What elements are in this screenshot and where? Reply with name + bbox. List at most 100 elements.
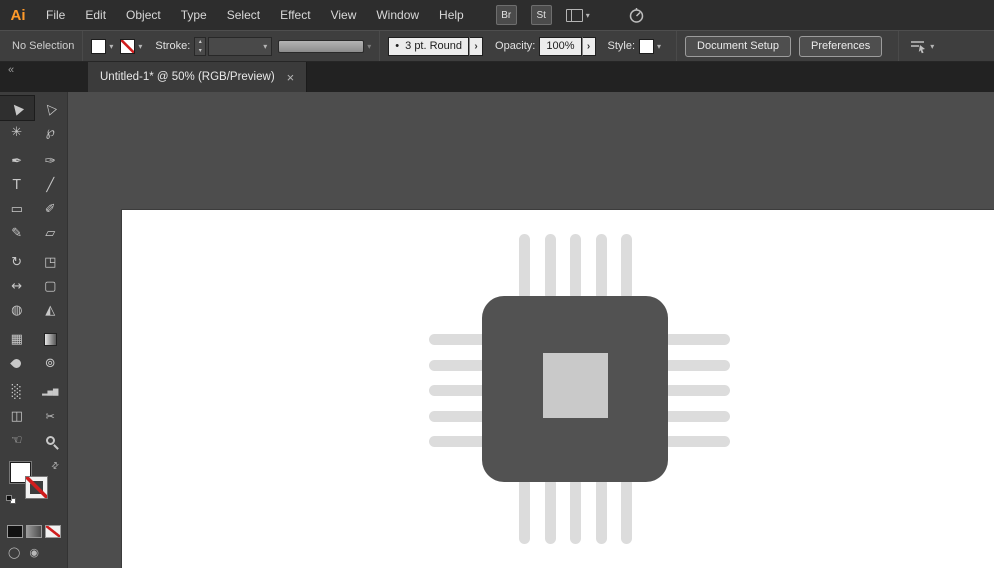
chip-pin[interactable] [545,478,556,544]
rectangle-tool[interactable]: ▭ [0,197,34,221]
selection-tool[interactable]: ▲ [0,96,34,120]
chip-pin[interactable] [621,478,632,544]
brush-preset-chevron[interactable]: › [469,37,483,56]
variable-width-profile-combo[interactable]: • 3 pt. Round [388,37,469,56]
opacity-label[interactable]: Opacity: [495,40,535,52]
graphic-style-dropdown[interactable]: ▾ [639,39,661,54]
stroke-weight-combo[interactable]: ▾ [208,37,272,56]
draw-inside-icon[interactable]: ◉ [29,546,39,559]
chip-pin[interactable] [570,478,581,544]
blend-tool[interactable]: ⊚ [34,351,68,375]
pen-tool[interactable]: ✒ [0,149,34,173]
chip-pin[interactable] [519,478,530,544]
chip-pin[interactable] [596,478,607,544]
menu-select[interactable]: Select [217,0,270,30]
illustrator-logo: Ai [0,7,36,24]
chip-center-pad[interactable] [543,353,608,418]
stroke-color-proxy[interactable] [26,477,47,498]
lasso-tool[interactable]: ℘ [34,120,68,144]
menu-help[interactable]: Help [429,0,474,30]
opacity-chevron[interactable]: › [582,37,596,56]
none-mode-button[interactable] [45,525,61,538]
chip-pin[interactable] [664,360,730,371]
selection-status: No Selection [12,40,74,52]
chip-pin[interactable] [664,385,730,396]
paintbrush-tool[interactable]: ✐ [34,197,68,221]
stepper-down-icon[interactable]: ▾ [195,46,205,55]
chevron-down-icon: ▾ [586,11,590,20]
free-transform-tool[interactable]: ▢ [34,274,68,298]
fill-swatch [91,39,106,54]
gradient-icon [44,333,57,346]
collapse-panel-button[interactable]: « [8,64,14,76]
chip-pin[interactable] [570,234,581,300]
column-graph-tool[interactable]: ▂▅▇ [34,380,68,404]
chip-pin[interactable] [545,234,556,300]
rotate-tool[interactable]: ↻ [0,250,34,274]
eyedropper-tool[interactable] [0,351,34,375]
slice-tool[interactable]: ✂ [34,404,68,428]
chip-pin[interactable] [664,436,730,447]
line-segment-tool[interactable]: ╱ [34,173,68,197]
menu-object[interactable]: Object [116,0,171,30]
document-setup-button[interactable]: Document Setup [685,36,791,57]
menu-type[interactable]: Type [171,0,217,30]
perspective-grid-tool[interactable]: ◭ [34,298,68,322]
pencil-tool[interactable]: ✎ [0,221,34,245]
chip-pin[interactable] [664,334,730,345]
stock-button[interactable]: St [531,5,552,25]
swap-fill-stroke-icon[interactable]: ⇄ [50,460,62,472]
chip-pin[interactable] [519,234,530,300]
workspace-switcher[interactable]: ▾ [566,9,590,22]
menu-edit[interactable]: Edit [75,0,116,30]
close-icon[interactable]: × [287,70,295,85]
gradient-tool[interactable] [34,327,68,351]
scale-tool[interactable]: ◳ [34,250,68,274]
select-similar-dropdown[interactable]: ▾ [909,38,934,54]
menu-file[interactable]: File [36,0,75,30]
chip-pin[interactable] [596,234,607,300]
hand-tool[interactable]: ☜ [0,428,34,452]
type-tool[interactable]: T [0,173,34,197]
stroke-color-dropdown[interactable]: ▾ [120,39,142,54]
pencil-icon: ✎ [11,227,22,240]
menu-window[interactable]: Window [366,0,429,30]
menu-effect[interactable]: Effect [270,0,320,30]
brush-definition-preview[interactable] [278,40,364,53]
chevron-down-icon: ▾ [263,42,267,51]
document-tab-strip: « Untitled-1* @ 50% (RGB/Preview) × [0,62,994,92]
shape-builder-tool[interactable]: ◍ [0,298,34,322]
width-tool-icon: ↔ [11,280,22,293]
menu-view[interactable]: View [321,0,367,30]
eraser-tool[interactable]: ▱ [34,221,68,245]
chip-pin[interactable] [664,411,730,422]
gpu-performance-button[interactable] [628,7,645,24]
gpu-performance-icon [628,7,645,24]
chip-pins-bottom [519,478,632,544]
workspace-icon [566,9,583,22]
zoom-tool[interactable] [34,428,68,452]
stroke-weight-stepper[interactable]: ▴ ▾ [194,37,206,56]
direct-selection-tool[interactable]: △ [34,96,68,120]
draw-normal-icon[interactable]: ◯ [8,546,20,559]
symbol-sprayer-tool[interactable]: ░ [0,380,34,404]
magic-wand-tool[interactable]: ✳ [0,120,34,144]
mesh-tool[interactable]: ▦ [0,327,34,351]
style-label: Style: [608,40,636,52]
document-tab[interactable]: Untitled-1* @ 50% (RGB/Preview) × [88,62,307,92]
gradient-mode-button[interactable] [26,525,42,538]
fill-color-dropdown[interactable]: ▾ [91,39,113,54]
default-fill-stroke-icon[interactable] [6,495,16,504]
stepper-up-icon[interactable]: ▴ [195,38,205,47]
bridge-button[interactable]: Br [496,5,517,25]
curvature-tool[interactable]: ✑ [34,149,68,173]
preferences-button[interactable]: Preferences [799,36,882,57]
chip-pin[interactable] [621,234,632,300]
chip-pins-right [664,334,730,447]
rotate-icon: ↻ [11,256,22,269]
color-mode-button[interactable] [7,525,23,538]
tools-panel: ▲ △ ✳ ℘ ✒ ✑ T ╱ ▭ ✐ ✎ ▱ ↻ ◳ ↔ ▢ ◍ ◭ ▦ ⊚ … [0,92,68,568]
opacity-value-combo[interactable]: 100% [539,37,581,56]
artboard-tool[interactable]: ◫ [0,404,34,428]
width-tool[interactable]: ↔ [0,274,34,298]
